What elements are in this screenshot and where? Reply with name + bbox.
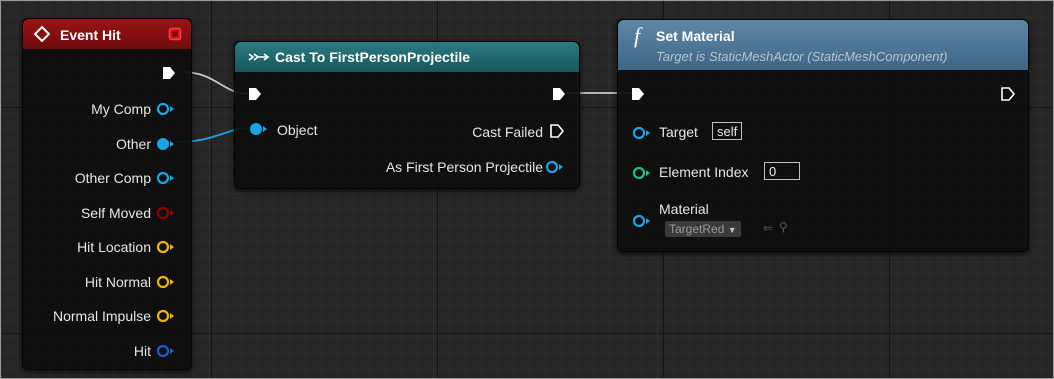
- red-delegate-square-icon[interactable]: [168, 27, 182, 41]
- pin-other-comp[interactable]: [156, 171, 176, 185]
- diamond-event-icon: [34, 26, 50, 42]
- as-first-person-projectile-pin[interactable]: [545, 160, 567, 174]
- element-index-label: Element Index: [659, 164, 749, 180]
- pin-label-other-comp: Other Comp: [74, 170, 151, 186]
- pin-label-hit-location: Hit Location: [77, 239, 151, 255]
- material-label: Material: [659, 201, 709, 217]
- pin-hit[interactable]: [156, 344, 176, 358]
- use-selected-arrow-icon[interactable]: ⇐: [763, 221, 773, 235]
- pin-other[interactable]: [156, 137, 176, 151]
- target-pin[interactable]: [632, 126, 654, 140]
- set-material-exec-out-pin[interactable]: [1000, 86, 1016, 102]
- pin-label-self-moved: Self Moved: [80, 205, 151, 221]
- cast-failed-label: Cast Failed: [472, 124, 543, 140]
- set-material-node[interactable]: f Set Material Target is StaticMeshActor…: [617, 19, 1029, 252]
- function-f-icon: f: [634, 23, 641, 48]
- pin-normal-impulse[interactable]: [156, 309, 176, 323]
- pin-my-comp[interactable]: [156, 102, 176, 116]
- pin-self-moved[interactable]: [156, 206, 176, 220]
- cast-failed-exec-pin[interactable]: [549, 123, 565, 139]
- cast-to-node[interactable]: Cast To FirstPersonProjectile Object Cas…: [234, 41, 580, 189]
- material-asset-value: TargetRed: [669, 222, 725, 236]
- set-material-title: Set Material: [656, 28, 735, 44]
- cast-exec-out-pin[interactable]: [551, 86, 567, 102]
- pin-label-my-comp: My Comp: [91, 101, 151, 117]
- material-asset-dropdown[interactable]: TargetRed ▼: [665, 221, 741, 237]
- cast-node-title: Cast To FirstPersonProjectile: [275, 49, 471, 65]
- browse-search-icon[interactable]: ⚲: [779, 220, 788, 234]
- pin-hit-normal[interactable]: [156, 275, 176, 289]
- as-first-person-projectile-label: As First Person Projectile: [385, 159, 543, 175]
- cast-object-label: Object: [277, 122, 318, 138]
- cast-arrow-icon: [248, 53, 270, 61]
- event-exec-out-pin[interactable]: [161, 65, 177, 81]
- chevron-down-icon: ▼: [727, 225, 737, 235]
- event-hit-title: Event Hit: [60, 27, 121, 43]
- pin-label-hit: Hit: [133, 343, 151, 359]
- pin-label-hit-normal: Hit Normal: [84, 274, 151, 290]
- pin-label-other: Other: [115, 136, 151, 152]
- set-material-subtitle: Target is StaticMeshActor (StaticMeshCom…: [656, 49, 948, 64]
- element-index-pin[interactable]: [632, 166, 654, 180]
- event-hit-node[interactable]: Event Hit My Comp Other Other Comp Self …: [22, 18, 192, 370]
- pin-label-normal-impulse: Normal Impulse: [52, 308, 151, 324]
- element-index-input[interactable]: 0: [764, 162, 800, 180]
- target-value-field[interactable]: self: [712, 122, 743, 140]
- pin-hit-location[interactable]: [156, 240, 176, 254]
- set-material-exec-in-pin[interactable]: [630, 86, 646, 102]
- target-label: Target: [659, 124, 698, 140]
- cast-exec-in-pin[interactable]: [247, 86, 263, 102]
- material-pin[interactable]: [632, 214, 654, 228]
- blueprint-graph-canvas[interactable]: Event Hit My Comp Other Other Comp Self …: [0, 0, 1054, 379]
- cast-object-input-pin[interactable]: [248, 122, 270, 136]
